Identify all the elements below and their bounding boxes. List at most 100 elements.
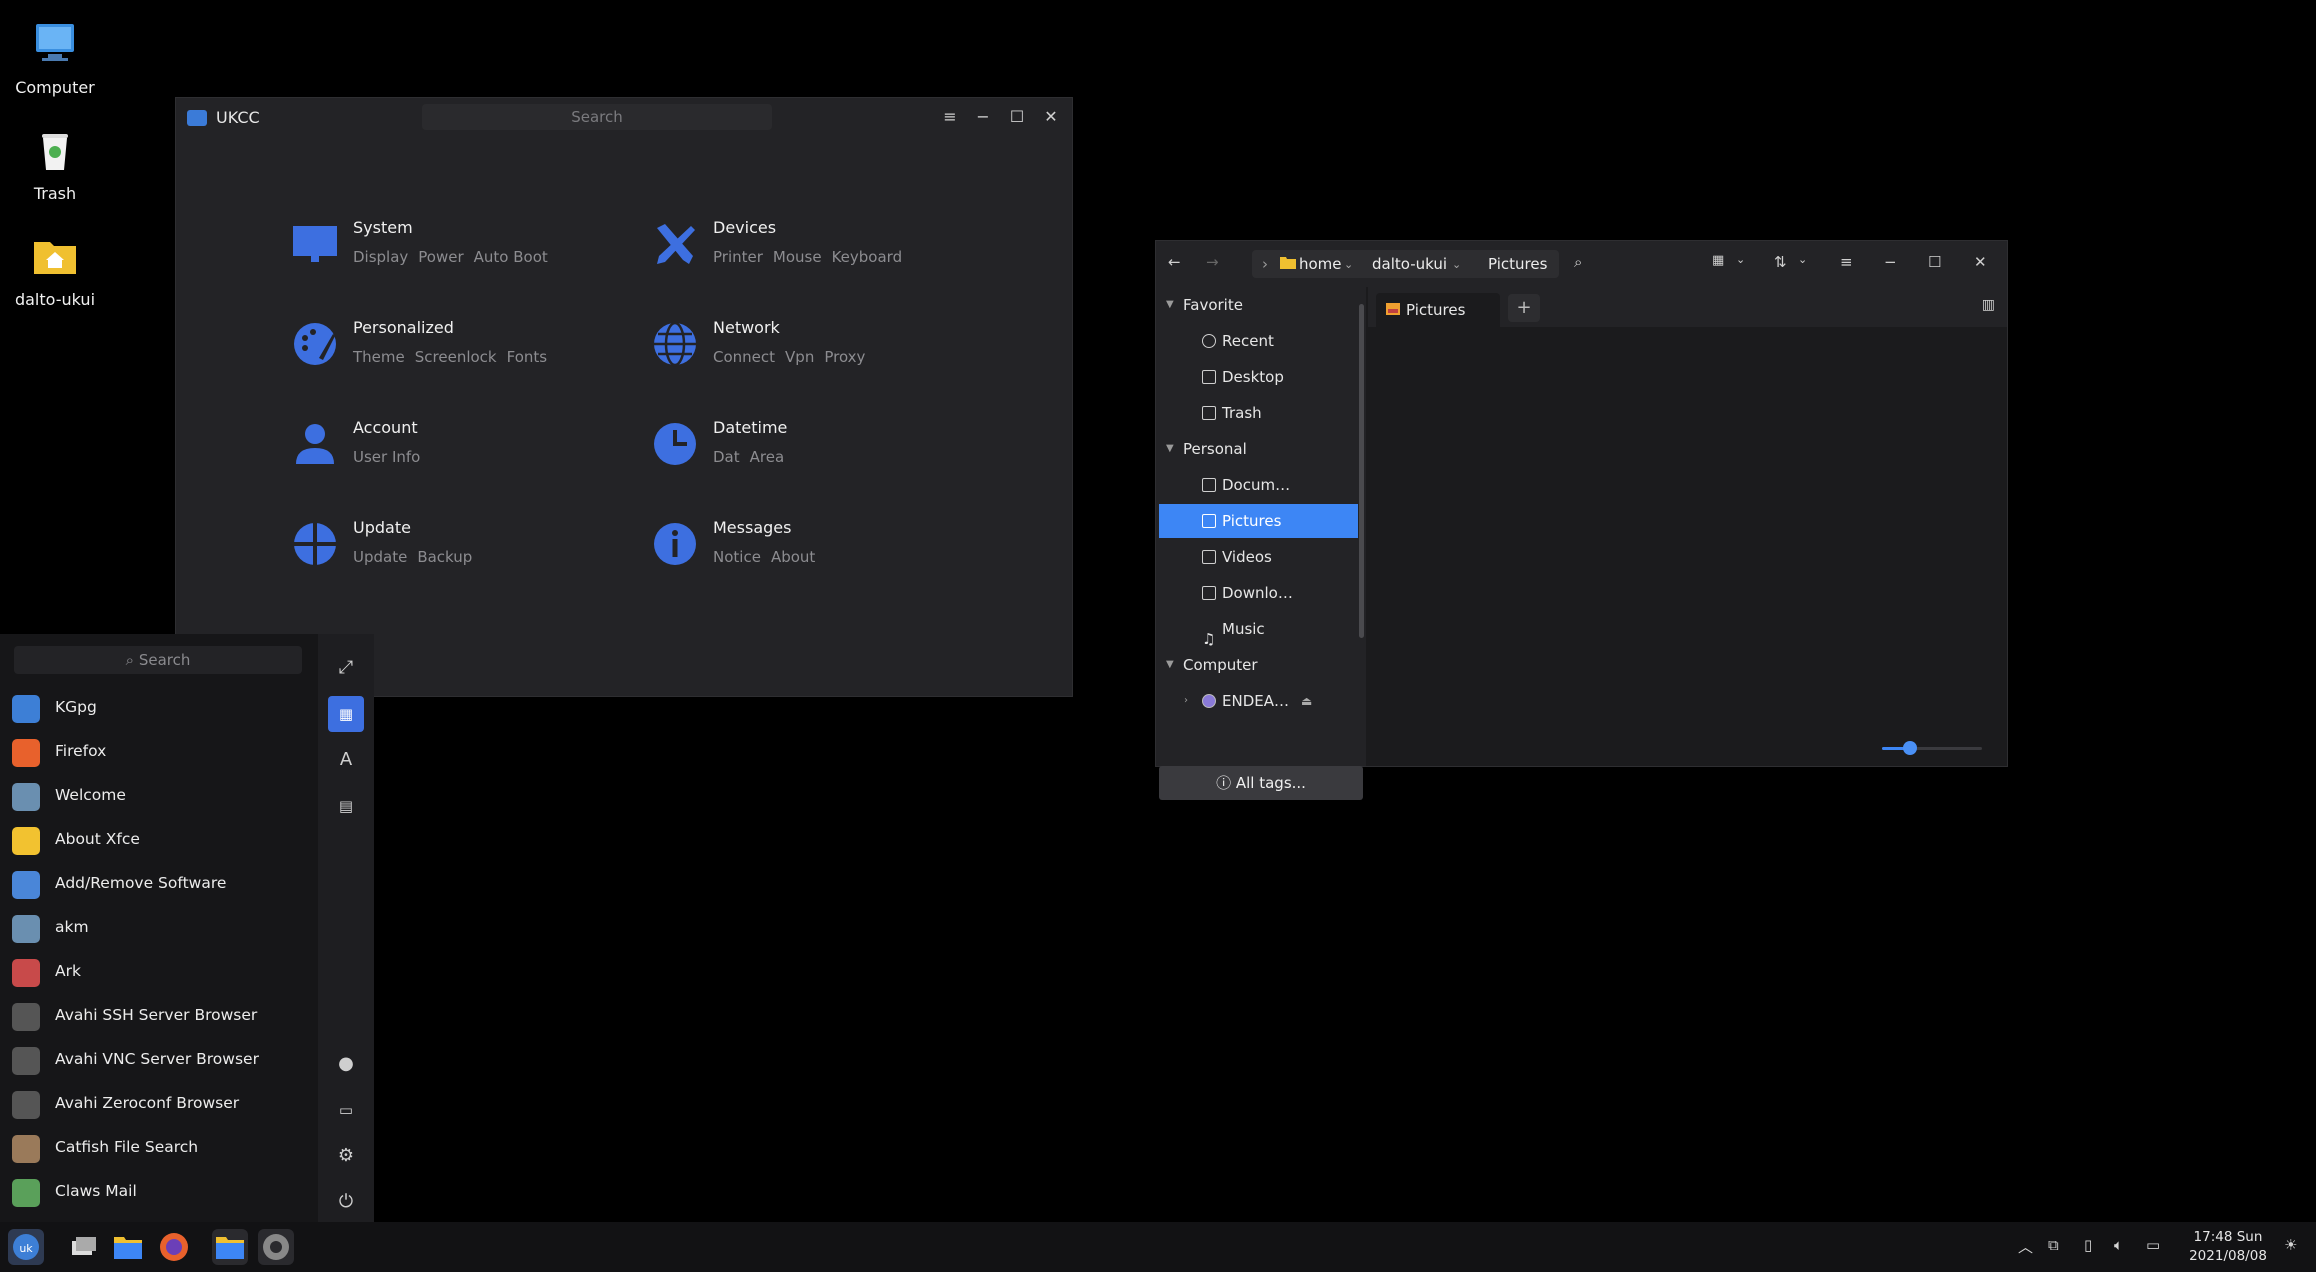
minimize-button[interactable]: − — [1884, 253, 1897, 271]
category-update[interactable]: Update Update Backup — [291, 516, 621, 586]
file-manager-toolbar[interactable]: ← → › home ⌄ dalto-ukui ⌄ Pictures ⌕ ▦ ⌄… — [1156, 241, 2007, 287]
all-apps-icon[interactable]: ▦ — [328, 696, 364, 732]
back-button[interactable]: ← — [1168, 253, 1181, 271]
grid-view-icon[interactable]: ▦ — [1712, 253, 1724, 268]
chevron-right-icon[interactable]: › — [1184, 684, 1188, 718]
sort-icon[interactable]: ⇅ — [1774, 253, 1787, 271]
sidebar-item-pictures[interactable]: Pictures — [1159, 504, 1358, 538]
chevron-down-icon[interactable]: ⌄ — [1344, 258, 1353, 271]
subitem-link[interactable]: Screenlock — [415, 348, 497, 366]
file-manager-window-button[interactable] — [212, 1229, 248, 1265]
firefox-icon[interactable] — [156, 1229, 192, 1265]
app-list-item[interactable]: Add/Remove Software — [0, 862, 310, 906]
task-view-icon[interactable] — [64, 1229, 100, 1265]
forward-button[interactable]: → — [1206, 253, 1219, 271]
sidebar-section-computer[interactable]: ▼ Computer — [1156, 648, 1356, 682]
chevron-down-icon[interactable]: ⌄ — [1798, 253, 1807, 266]
subitem-link[interactable]: About — [771, 548, 815, 566]
maximize-button[interactable]: ☐ — [1005, 106, 1029, 128]
subitem-link[interactable]: Proxy — [824, 348, 865, 366]
sidebar-section-personal[interactable]: ▼ Personal — [1156, 432, 1356, 466]
subitem-link[interactable]: Fonts — [507, 348, 547, 366]
app-list-item[interactable]: Ark — [0, 950, 310, 994]
app-list-item[interactable]: Avahi Zeroconf Browser — [0, 1082, 310, 1126]
app-list-item[interactable]: Catfish File Search — [0, 1126, 310, 1170]
menu-button[interactable]: ≡ — [938, 106, 962, 128]
subitem-link[interactable]: Update — [353, 548, 407, 566]
app-list-item[interactable]: About Xfce — [0, 818, 310, 862]
sidebar-item-documents[interactable]: Docum… — [1156, 468, 1356, 502]
sidebar-item-downloads[interactable]: Downlo… — [1156, 576, 1356, 610]
app-list-item[interactable]: KGpg — [0, 686, 310, 730]
category-personalized[interactable]: Personalized Theme Screenlock Fonts — [291, 316, 621, 386]
ukcc-titlebar[interactable]: UKCC Search ≡ − ☐ ✕ — [176, 98, 1072, 136]
menu-search-input[interactable]: ⌕ Search — [14, 646, 302, 674]
subitem-link[interactable]: Mouse — [773, 248, 822, 266]
category-sort-icon[interactable]: ▤ — [328, 788, 364, 824]
close-button[interactable]: ✕ — [1974, 253, 1987, 271]
category-messages[interactable]: Messages Notice About — [651, 516, 981, 586]
app-list-item[interactable]: Welcome — [0, 774, 310, 818]
ukcc-search-input[interactable]: Search — [422, 104, 772, 130]
minimize-button[interactable]: − — [971, 106, 995, 128]
gear-icon[interactable]: ⚙ — [328, 1138, 364, 1174]
sidebar-scrollbar[interactable] — [1359, 304, 1364, 638]
app-list-item[interactable]: Avahi SSH Server Browser — [0, 994, 310, 1038]
letter-sort-icon[interactable]: A — [328, 742, 364, 778]
subitem-link[interactable]: User Info — [353, 448, 420, 466]
chevron-down-icon[interactable]: ⌄ — [1452, 258, 1461, 271]
network-icon[interactable]: ⧉ — [2048, 1236, 2059, 1254]
user-icon[interactable]: ● — [328, 1046, 364, 1082]
breadcrumb-home[interactable]: home — [1299, 255, 1342, 273]
sidebar-item-drive[interactable]: › ENDEA… ⏏ — [1156, 684, 1356, 718]
volume-icon[interactable]: 🔈︎ — [2114, 1236, 2123, 1254]
app-list-item[interactable]: Avahi VNC Server Browser — [0, 1038, 310, 1082]
search-icon[interactable]: ⌕ — [1574, 253, 1582, 271]
computer-icon[interactable]: ▭ — [328, 1092, 364, 1128]
clock[interactable]: 17:48 Sun 2021/08/08 — [2186, 1228, 2270, 1266]
sidebar-item-desktop[interactable]: Desktop — [1156, 360, 1356, 394]
subitem-link[interactable]: Keyboard — [832, 248, 903, 266]
expand-icon[interactable]: ⤢ — [328, 650, 364, 686]
settings-window-button[interactable] — [258, 1229, 294, 1265]
sidebar-item-music[interactable]: ♫ Music — [1156, 612, 1356, 648]
start-button[interactable]: uk — [8, 1229, 44, 1265]
desktop-trash[interactable]: Trash — [0, 124, 110, 203]
subitem-link[interactable]: Area — [750, 448, 785, 466]
breadcrumb[interactable]: › home ⌄ dalto-ukui ⌄ Pictures — [1252, 250, 1559, 278]
category-system[interactable]: System Display Power Auto Boot — [291, 216, 621, 286]
chevron-up-icon[interactable]: ︿ — [2018, 1236, 2033, 1257]
eject-icon[interactable]: ⏏ — [1301, 684, 1312, 718]
notification-icon[interactable]: ▭ — [2146, 1236, 2160, 1254]
sidebar-item-videos[interactable]: Videos — [1156, 540, 1356, 574]
battery-icon[interactable]: ▯ — [2084, 1236, 2092, 1254]
subitem-link[interactable]: Theme — [353, 348, 405, 366]
subitem-link[interactable]: Backup — [417, 548, 472, 566]
category-datetime[interactable]: Datetime Dat Area — [651, 416, 981, 486]
close-button[interactable]: ✕ — [1039, 106, 1063, 128]
sidebar-item-trash[interactable]: Trash — [1156, 396, 1356, 430]
subitem-link[interactable]: Display — [353, 248, 408, 266]
app-list-item[interactable]: Claws Mail — [0, 1170, 310, 1214]
night-mode-icon[interactable]: ☀ — [2284, 1236, 2297, 1254]
subitem-link[interactable]: Vpn — [785, 348, 814, 366]
maximize-button[interactable]: ☐ — [1928, 253, 1941, 271]
subitem-link[interactable]: Connect — [713, 348, 775, 366]
zoom-slider[interactable] — [1882, 741, 1982, 755]
breadcrumb-user[interactable]: dalto-ukui — [1372, 255, 1447, 273]
subitem-link[interactable]: Notice — [713, 548, 761, 566]
zoom-slider-handle[interactable] — [1903, 741, 1917, 755]
power-icon[interactable]: ⏻ — [328, 1184, 364, 1220]
desktop-home-folder[interactable]: dalto-ukui — [0, 230, 110, 309]
subitem-link[interactable]: Dat — [713, 448, 740, 466]
desktop-computer[interactable]: Computer — [0, 18, 110, 97]
all-tags-button[interactable]: ⓘ All tags... — [1159, 766, 1363, 800]
subitem-link[interactable]: Printer — [713, 248, 763, 266]
sidebar-item-recent[interactable]: Recent — [1156, 324, 1356, 358]
category-account[interactable]: Account User Info — [291, 416, 621, 486]
tab-pictures[interactable]: Pictures — [1376, 293, 1500, 327]
file-view[interactable]: Pictures + ▥ — [1368, 287, 2007, 766]
new-tab-button[interactable]: + — [1508, 294, 1540, 322]
file-manager-icon[interactable] — [110, 1229, 146, 1265]
subitem-link[interactable]: Auto Boot — [474, 248, 548, 266]
